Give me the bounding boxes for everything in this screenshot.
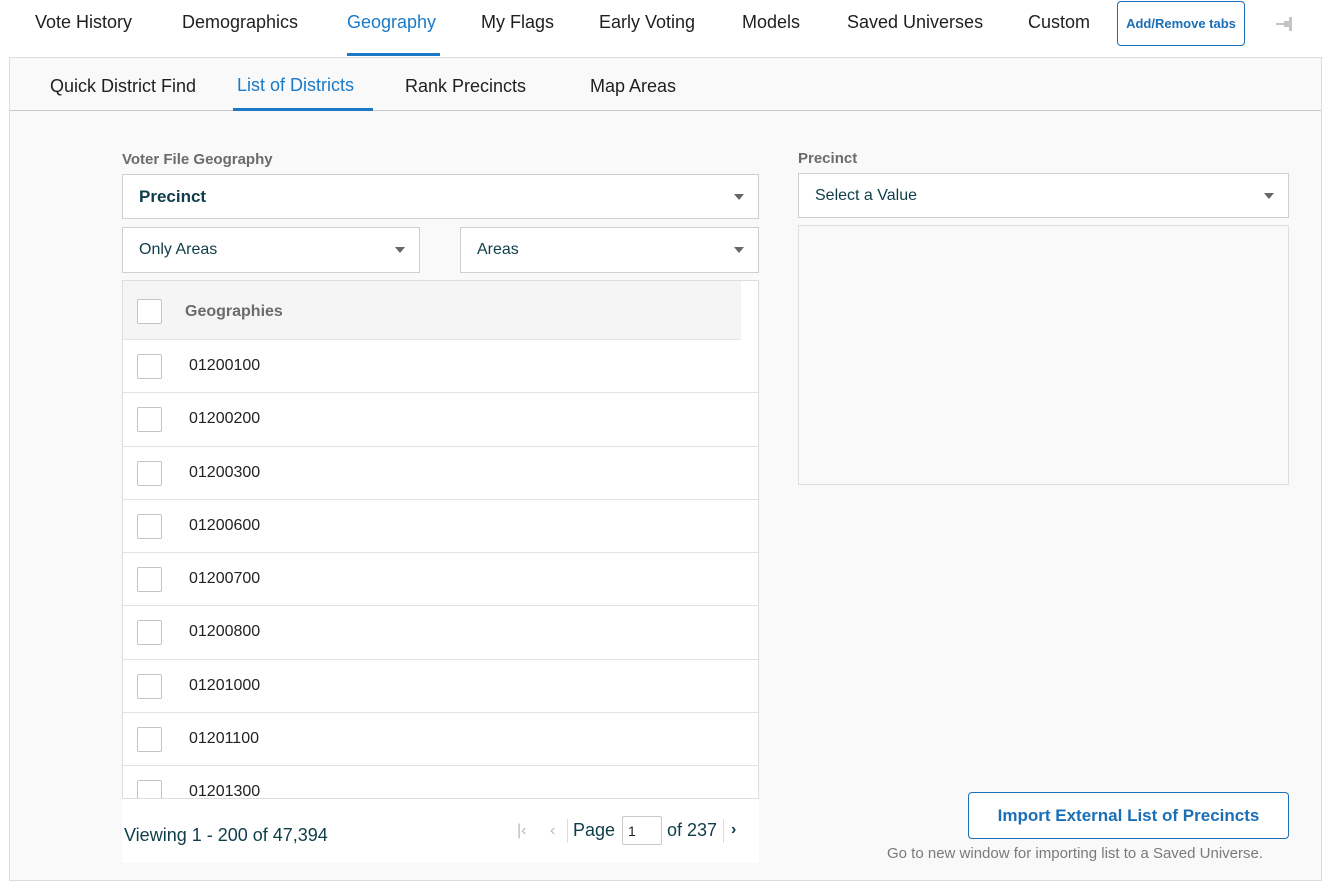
pager-divider xyxy=(567,819,568,843)
row-checkbox[interactable] xyxy=(137,567,162,593)
tab-demographics[interactable]: Demographics xyxy=(182,12,298,56)
row-checkbox[interactable] xyxy=(137,513,162,539)
table-row[interactable]: 01200600 xyxy=(123,500,758,554)
grid-header: Geographies xyxy=(123,281,741,340)
subtab-map-areas[interactable]: Map Areas xyxy=(590,76,676,111)
previous-page-icon[interactable]: ‹ xyxy=(550,822,555,840)
row-checkbox[interactable] xyxy=(137,673,162,699)
geographies-grid: Geographies 01200100 01200200 01200300 0… xyxy=(122,280,759,799)
precinct-values-list[interactable] xyxy=(798,225,1289,485)
area-type-value: Areas xyxy=(477,241,519,258)
geographies-column-header[interactable]: Geographies xyxy=(185,303,283,321)
subtab-list-of-districts[interactable]: List of Districts xyxy=(233,75,373,111)
tab-saved-universes[interactable]: Saved Universes xyxy=(847,12,983,56)
import-external-list-button[interactable]: Import External List of Precincts xyxy=(968,792,1289,839)
geography-cell: 01200700 xyxy=(189,570,261,588)
next-page-icon[interactable]: › xyxy=(731,821,736,839)
table-row[interactable]: 01201100 xyxy=(123,713,758,767)
area-filter-value: Only Areas xyxy=(139,241,218,258)
chevron-down-icon xyxy=(734,193,744,200)
area-filter-select[interactable]: Only Areas xyxy=(122,227,420,273)
area-type-select[interactable]: Areas xyxy=(460,227,759,273)
table-row[interactable]: 01201000 xyxy=(123,660,758,714)
precinct-placeholder: Select a Value xyxy=(815,186,917,204)
tab-vote-history[interactable]: Vote History xyxy=(35,12,132,56)
viewing-count: Viewing 1 - 200 of 47,394 xyxy=(124,825,328,845)
geography-cell: 01200100 xyxy=(189,357,261,374)
tab-models[interactable]: Models xyxy=(742,12,800,56)
tab-custom[interactable]: Custom xyxy=(1028,12,1090,56)
first-page-icon[interactable]: |‹ xyxy=(517,822,526,840)
row-checkbox[interactable] xyxy=(137,407,162,433)
top-tab-bar: Vote History Demographics Geography My F… xyxy=(0,0,1328,57)
voter-file-geography-label: Voter File Geography xyxy=(122,151,273,168)
pin-icon[interactable] xyxy=(1275,14,1299,34)
tab-my-flags[interactable]: My Flags xyxy=(481,12,554,56)
page-total: of 237 xyxy=(667,820,718,840)
sub-tab-bar: Quick District Find List of Districts Ra… xyxy=(10,58,1321,111)
pager-divider xyxy=(723,819,724,843)
row-checkbox[interactable] xyxy=(137,620,162,646)
geography-cell: 01200600 xyxy=(189,516,261,534)
precinct-select[interactable]: Select a Value xyxy=(798,173,1289,218)
chevron-down-icon xyxy=(1264,192,1274,199)
table-row[interactable]: 01200800 xyxy=(123,606,758,660)
select-all-checkbox[interactable] xyxy=(137,299,162,324)
table-row[interactable]: 01200300 xyxy=(123,447,758,500)
subtab-quick-district-find[interactable]: Quick District Find xyxy=(50,76,196,111)
row-checkbox[interactable] xyxy=(137,354,162,379)
voter-file-geography-value: Precinct xyxy=(139,186,207,206)
chevron-down-icon xyxy=(734,247,744,253)
geography-panel: Quick District Find List of Districts Ra… xyxy=(9,57,1322,881)
geography-cell: 01201300 xyxy=(189,783,261,799)
row-checkbox[interactable] xyxy=(137,727,162,753)
precinct-label: Precinct xyxy=(798,150,858,167)
grid-rows: 01200100 01200200 01200300 01200600 0120… xyxy=(123,340,758,799)
voter-file-geography-select[interactable]: Precinct xyxy=(122,174,759,219)
tab-early-voting[interactable]: Early Voting xyxy=(599,12,695,56)
table-row[interactable]: 01200100 xyxy=(123,340,758,394)
geography-cell: 01200200 xyxy=(189,410,261,428)
page-number-input[interactable] xyxy=(622,816,662,845)
subtab-rank-precincts[interactable]: Rank Precincts xyxy=(405,76,526,111)
table-row[interactable]: 01200700 xyxy=(123,553,758,607)
grid-pager: Viewing 1 - 200 of 47,394 |‹ ‹ Page of 2… xyxy=(122,799,759,863)
chevron-down-icon xyxy=(395,247,405,253)
row-checkbox[interactable] xyxy=(137,780,162,798)
row-checkbox[interactable] xyxy=(137,460,162,486)
table-row[interactable]: 01200200 xyxy=(123,393,758,447)
geography-cell: 01200300 xyxy=(189,463,261,481)
page-label: Page xyxy=(573,820,616,840)
geography-cell: 01201100 xyxy=(189,730,259,748)
table-row[interactable]: 01201300 xyxy=(123,766,758,799)
tab-geography[interactable]: Geography xyxy=(347,12,440,56)
add-remove-tabs-button[interactable]: Add/Remove tabs xyxy=(1117,1,1245,46)
import-hint-text: Go to new window for importing list to a… xyxy=(887,845,1264,862)
geography-cell: 01201000 xyxy=(189,676,261,694)
geography-cell: 01200800 xyxy=(189,623,261,641)
